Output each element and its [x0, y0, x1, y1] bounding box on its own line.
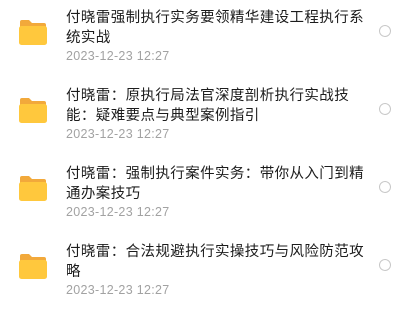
folder-list-item[interactable]: 付晓雷：原执行局法官深度剖析执行实战技能：疑难要点与典型案例指引 2023-12… — [0, 78, 405, 154]
radio-circle-icon[interactable] — [379, 259, 391, 271]
folder-title: 付晓雷：合法规避执行实操技巧与风险防范攻略 — [66, 244, 364, 280]
folder-list: 付晓雷强制执行实务要领精华建设工程执行系统实战 2023-12-23 12:27… — [0, 0, 405, 310]
folder-list-item[interactable]: 付晓雷：合法规避执行实操技巧与风险防范攻略 2023-12-23 12:27 — [0, 234, 405, 310]
folder-date: 2023-12-23 12:27 — [66, 127, 170, 141]
folder-list-item[interactable]: 付晓雷强制执行实务要领精华建设工程执行系统实战 2023-12-23 12:27 — [0, 0, 405, 76]
folder-icon — [19, 20, 47, 45]
radio-circle-icon[interactable] — [379, 181, 391, 193]
folder-date: 2023-12-23 12:27 — [66, 49, 170, 63]
folder-date: 2023-12-23 12:27 — [66, 283, 170, 297]
radio-circle-icon[interactable] — [379, 103, 391, 115]
folder-list-item[interactable]: 付晓雷：强制执行案件实务：带你从入门到精通办案技巧 2023-12-23 12:… — [0, 156, 405, 232]
folder-date: 2023-12-23 12:27 — [66, 205, 170, 219]
folder-title: 付晓雷：强制执行案件实务：带你从入门到精通办案技巧 — [66, 166, 364, 202]
folder-icon — [19, 176, 47, 201]
folder-icon — [19, 98, 47, 123]
radio-circle-icon[interactable] — [379, 25, 391, 37]
folder-title: 付晓雷：原执行局法官深度剖析执行实战技能：疑难要点与典型案例指引 — [66, 88, 350, 124]
folder-title: 付晓雷强制执行实务要领精华建设工程执行系统实战 — [66, 10, 364, 46]
folder-icon — [19, 254, 47, 279]
